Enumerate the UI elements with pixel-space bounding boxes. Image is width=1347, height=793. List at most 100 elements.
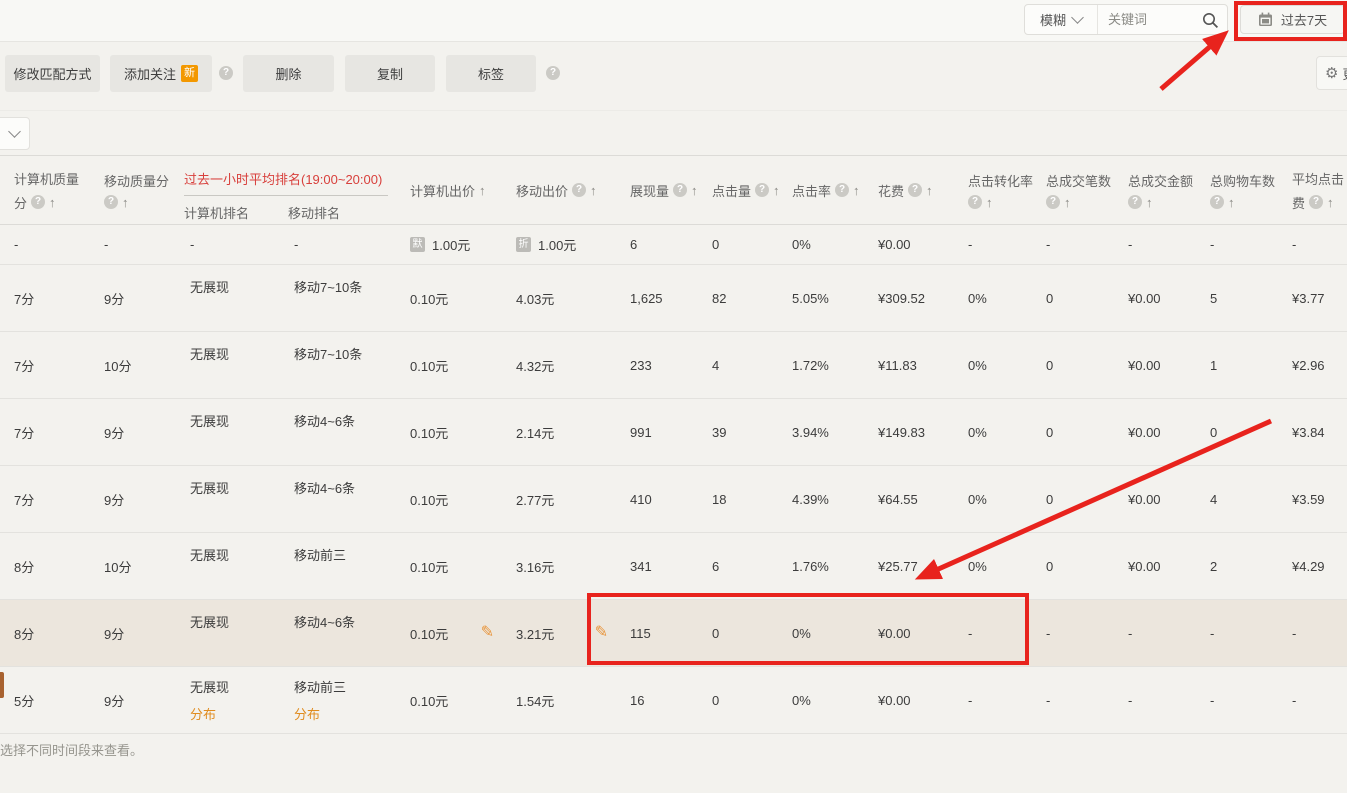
col-header-cost[interactable]: 花费?↑ [864,156,954,224]
col-header-revenue[interactable]: 总成交金额?↑ [1114,156,1196,224]
copy-button[interactable]: 复制 [345,55,435,92]
help-icon[interactable]: ? [104,195,118,209]
help-icon[interactable]: ? [31,195,45,209]
cell-impressions: 16 [616,667,698,733]
cell-value: 115 [630,626,651,641]
help-icon[interactable]: ? [546,66,560,80]
fuzzy-match-dropdown[interactable]: 模糊 [1025,5,1098,34]
cell-orders: 0 [1032,332,1114,398]
cell-value: ¥0.00 [1128,425,1161,440]
table-row[interactable]: 8分9分无展现移动4~6条0.10元✎3.21元✎11500%¥0.00----… [0,600,1347,667]
cell-value: 9分 [104,423,124,442]
cell-orders: - [1032,600,1114,666]
tag-button[interactable]: 标签 [446,55,536,92]
col-header-label2-text: 分 [14,193,27,212]
distribution-link[interactable]: 分布 [190,704,216,723]
keyword-report-page: 模糊 过去7天 修改匹配方式 添加关注 [0,0,1347,793]
cell-value: 341 [630,559,652,574]
col-header-mobile_bid[interactable]: 移动出价?↑ [502,156,616,224]
cell-mobile_quality: 9分 [90,600,176,666]
cell-value: - [1128,626,1132,641]
help-icon[interactable]: ? [572,183,586,197]
col-header-cvr[interactable]: 点击转化率?↑ [954,156,1032,224]
help-icon[interactable]: ? [908,183,922,197]
col-header-pc_bid[interactable]: 计算机出价↑ [396,156,502,224]
cell-value: 0 [712,693,719,708]
table-row[interactable]: ----默1.00元折1.00元600%¥0.00----- [0,225,1347,265]
col-header-carts[interactable]: 总购物车数?↑ [1196,156,1278,224]
help-icon[interactable]: ? [673,183,687,197]
cell-value: 9分 [104,289,124,308]
filter-dropdown-stub[interactable] [0,117,30,150]
cell-value: 无展现 [190,411,229,430]
col-header-avg_cpc[interactable]: 平均点击费?↑ [1278,156,1347,224]
cell-carts: 0 [1196,399,1278,465]
help-icon[interactable]: ? [835,183,849,197]
col-header-pc_quality[interactable]: 计算机质量分?↑ [0,156,90,224]
cell-value: - [1292,237,1296,252]
col-group-rank-title: 过去一小时平均排名(19:00~20:00) [176,169,396,188]
cell-value: 移动前三 [294,545,346,564]
table-row[interactable]: 7分9分无展现移动7~10条0.10元4.03元1,625825.05%¥309… [0,265,1347,332]
cell-impressions: 6 [616,225,698,264]
help-icon[interactable]: ? [1210,195,1224,209]
cell-revenue: - [1114,667,1196,733]
cell-avg_cpc: ¥3.84 [1278,399,1347,465]
cell-value: 4.32元 [516,356,554,375]
cell-value: 0.10元 [410,423,448,442]
cell-value: ¥149.83 [878,425,925,440]
cell-ctr: 0% [778,225,864,264]
help-icon[interactable]: ? [1309,195,1323,209]
col-header-impressions[interactable]: 展现量?↑ [616,156,698,224]
cell-value: - [1210,626,1214,641]
help-icon[interactable]: ? [219,66,233,80]
cell-value: 1.72% [792,358,829,373]
col-header-mobile_quality[interactable]: 移动质量分?↑ [90,156,176,224]
cell-revenue: - [1114,600,1196,666]
table-row[interactable]: 5分9分无展现分布移动前三分布0.10元1.54元1600%¥0.00----- [0,667,1347,734]
distribution-link[interactable]: 分布 [294,704,320,723]
help-icon[interactable]: ? [1128,195,1142,209]
cell-value: - [1128,693,1132,708]
col-header-ctr[interactable]: 点击率?↑ [778,156,864,224]
cell-value: 无展现 [190,677,229,696]
cell-value: 0% [968,291,987,306]
bid-badge: 默 [410,237,425,252]
date-range-button[interactable]: 过去7天 [1240,5,1345,34]
modify-match-type-button[interactable]: 修改匹配方式 [5,55,100,92]
table-row[interactable]: 7分9分无展现移动4~6条0.10元2.14元991393.94%¥149.83… [0,399,1347,466]
col-header-label2-text: 费 [1292,193,1305,212]
delete-button[interactable]: 删除 [243,55,334,92]
cell-carts: - [1196,600,1278,666]
cell-clicks: 0 [698,667,778,733]
table-row[interactable]: 7分9分无展现移动4~6条0.10元2.77元410184.39%¥64.550… [0,466,1347,533]
search-icon[interactable] [1202,12,1219,29]
cell-value: 0% [792,626,811,641]
keyword-search-group: 模糊 [1024,4,1228,35]
cell-value: 0 [712,237,719,252]
col-header-clicks[interactable]: 点击量?↑ [698,156,778,224]
edit-bid-pencil-icon[interactable]: ✎ [595,625,608,641]
table-row[interactable]: 8分10分无展现移动前三0.10元3.16元34161.76%¥25.770%0… [0,533,1347,600]
keyword-search-box [1098,5,1227,34]
cell-value: 1.54元 [516,691,554,710]
help-icon[interactable]: ? [968,195,982,209]
cell-cost: ¥25.77 [864,533,954,599]
cell-value: 无展现 [190,478,229,497]
cell-value: ¥3.77 [1292,291,1325,306]
customize-columns-button[interactable]: ⚙ 更 [1316,56,1347,90]
cell-value: - [1046,237,1050,252]
cell-orders: - [1032,667,1114,733]
edit-bid-pencil-icon[interactable]: ✎ [481,625,494,641]
help-icon[interactable]: ? [1046,195,1060,209]
add-watch-button[interactable]: 添加关注 新 [110,55,212,92]
table-row[interactable]: 7分10分无展现移动7~10条0.10元4.32元23341.72%¥11.83… [0,332,1347,399]
help-icon[interactable]: ? [755,183,769,197]
col-header-pc_rank[interactable]: 计算机排名 [176,203,280,222]
cell-value: 0% [968,492,987,507]
cell-clicks: 0 [698,225,778,264]
cell-value: ¥64.55 [878,492,918,507]
cell-mobile_bid: 2.14元 [502,399,616,465]
col-header-orders[interactable]: 总成交笔数?↑ [1032,156,1114,224]
col-header-mobile_rank[interactable]: 移动排名 [280,203,396,222]
